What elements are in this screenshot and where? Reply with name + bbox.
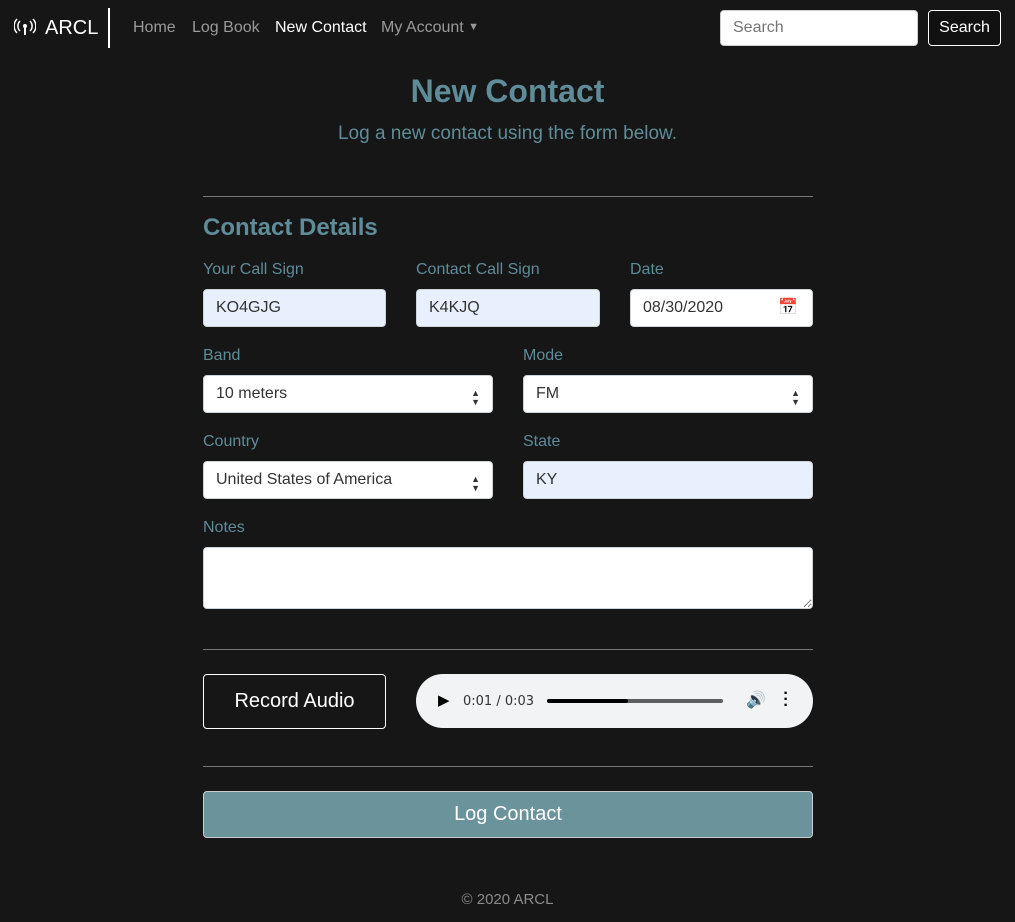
caret-down-icon: ▼: [468, 21, 480, 33]
notes-label: Notes: [203, 519, 245, 536]
record-audio-button[interactable]: Record Audio: [203, 674, 386, 729]
select-arrows-icon: ▲ ▼: [791, 388, 800, 407]
divider: [203, 649, 813, 650]
band-label: Band: [203, 347, 241, 364]
nav-my-account[interactable]: My Account ▼: [381, 19, 479, 37]
mode-value: FM: [536, 385, 560, 402]
your-call-sign-label: Your Call Sign: [203, 261, 304, 278]
antenna-icon: [14, 18, 36, 35]
country-select[interactable]: United States of America ▲ ▼: [203, 461, 493, 499]
nav-log-book[interactable]: Log Book: [192, 19, 260, 37]
mode-select[interactable]: FM ▲ ▼: [523, 375, 813, 413]
divider: [203, 766, 813, 767]
nav-new-contact[interactable]: New Contact: [275, 19, 367, 37]
audio-seek-bar[interactable]: [547, 699, 723, 703]
date-value: 08/30/2020: [643, 299, 724, 316]
footer: © 2020 ARCL: [461, 891, 554, 908]
brand[interactable]: ARCL: [45, 17, 98, 40]
band-value: 10 meters: [216, 385, 288, 402]
divider: [108, 8, 110, 48]
country-value: United States of America: [216, 471, 393, 488]
band-select[interactable]: 10 meters ▲ ▼: [203, 375, 493, 413]
play-icon[interactable]: ▶: [438, 691, 450, 709]
state-input[interactable]: KY: [523, 461, 813, 499]
page-title: New Contact: [410, 73, 605, 109]
country-label: Country: [203, 433, 260, 450]
select-arrows-icon: ▲ ▼: [471, 388, 480, 407]
your-call-sign-input[interactable]: KO4GJG: [203, 289, 386, 327]
section-title: Contact Details: [203, 214, 378, 241]
log-contact-button[interactable]: Log Contact: [203, 791, 813, 838]
more-options-icon[interactable]: · · ·: [783, 686, 789, 714]
divider: [203, 196, 813, 197]
contact-call-sign-input[interactable]: K4KJQ: [416, 289, 600, 327]
audio-time: 0:01 / 0:03: [463, 694, 535, 709]
page-subtitle: Log a new contact using the form below.: [337, 123, 678, 144]
my-account-label: My Account: [381, 19, 464, 36]
state-label: State: [523, 433, 561, 450]
search-button[interactable]: Search: [928, 10, 1001, 46]
search-input[interactable]: [720, 10, 918, 46]
select-arrows-icon: ▲ ▼: [471, 474, 480, 493]
contact-call-sign-label: Contact Call Sign: [416, 261, 540, 278]
audio-progress: [547, 699, 628, 703]
nav-home[interactable]: Home: [133, 19, 176, 37]
date-label: Date: [630, 261, 664, 278]
calendar-icon[interactable]: 📅: [778, 290, 798, 326]
volume-icon[interactable]: 🔊: [746, 690, 766, 710]
date-input[interactable]: 08/30/2020 📅: [630, 289, 813, 327]
mode-label: Mode: [523, 347, 564, 364]
audio-player: ▶ 0:01 / 0:03 🔊 · · ·: [416, 674, 813, 728]
notes-textarea[interactable]: [203, 547, 813, 609]
